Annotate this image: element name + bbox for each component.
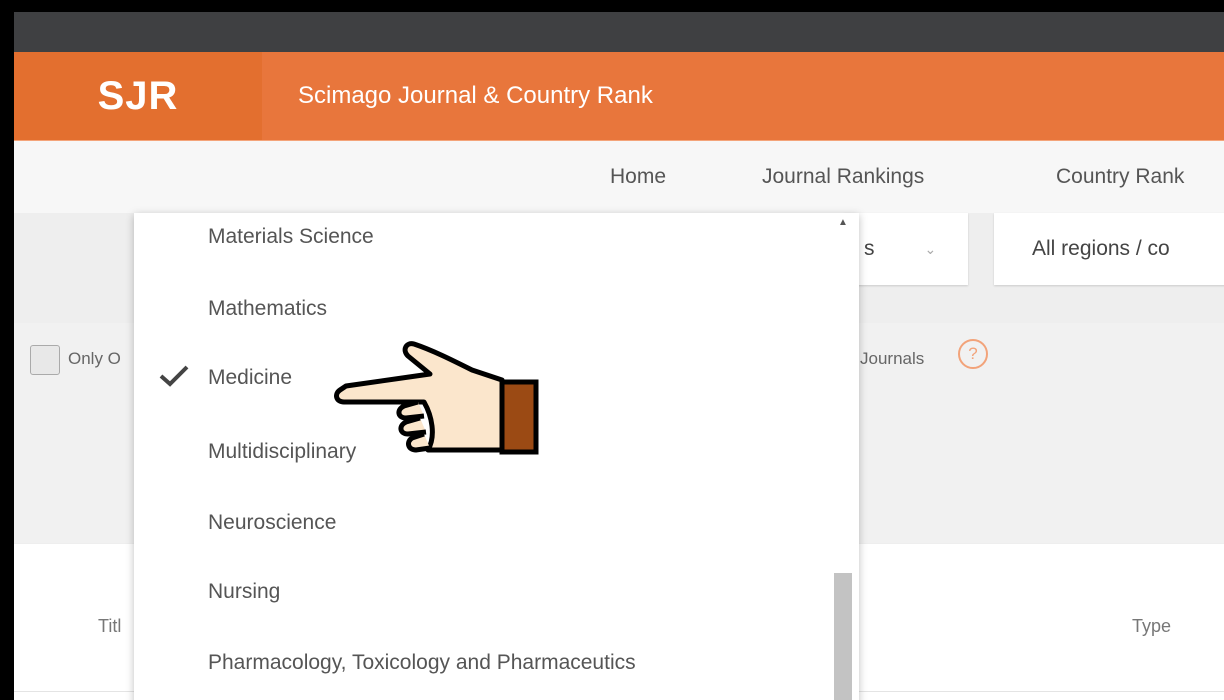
hand-pointer-icon	[334, 341, 539, 455]
nav-home[interactable]: Home	[610, 141, 666, 213]
category-select[interactable]: s ⌄	[844, 213, 968, 285]
journals-label: Journals	[860, 349, 925, 368]
only-open-access-label: Only O	[68, 349, 121, 368]
only-open-access-checkbox[interactable]	[30, 345, 60, 375]
site-title[interactable]: Scimago Journal & Country Rank	[298, 52, 653, 140]
check-icon	[159, 365, 189, 387]
top-bar	[14, 12, 1224, 52]
dropdown-item-medicine[interactable]: Medicine	[208, 366, 292, 390]
scroll-up-arrow-icon[interactable]: ▲	[838, 217, 848, 228]
sjr-logo[interactable]: SJR	[14, 52, 262, 140]
nav-journal-rankings[interactable]: Journal Rankings	[731, 141, 965, 217]
dropdown-item-neuroscience[interactable]: Neuroscience	[208, 511, 336, 535]
dropdown-item-nursing[interactable]: Nursing	[208, 580, 280, 604]
scrollbar-thumb[interactable]	[834, 573, 852, 700]
column-type[interactable]: Type	[1132, 616, 1171, 637]
dropdown-item-pharmacology[interactable]: Pharmacology, Toxicology and Pharmaceuti…	[208, 651, 636, 675]
dropdown-item-mathematics[interactable]: Mathematics	[208, 297, 327, 321]
site-header: SJR Scimago Journal & Country Rank	[14, 52, 1224, 141]
region-select-value: All regions / co	[1032, 237, 1170, 260]
column-title[interactable]: Titl	[98, 616, 121, 637]
question-circle-icon[interactable]: ?	[958, 339, 988, 369]
region-select[interactable]: All regions / co	[994, 213, 1224, 285]
category-select-text: s	[864, 237, 875, 260]
dropdown-item-materials-science[interactable]: Materials Science	[208, 225, 374, 249]
browser-frame: SJR Scimago Journal & Country Rank Home …	[14, 12, 1224, 700]
dropdown-scrollbar[interactable]: ▲	[834, 213, 854, 700]
main-navigation: Home Journal Rankings Country Rank	[14, 141, 1224, 217]
chevron-down-icon: ⌄	[924, 240, 937, 257]
nav-country-rank[interactable]: Country Rank	[1056, 141, 1184, 213]
